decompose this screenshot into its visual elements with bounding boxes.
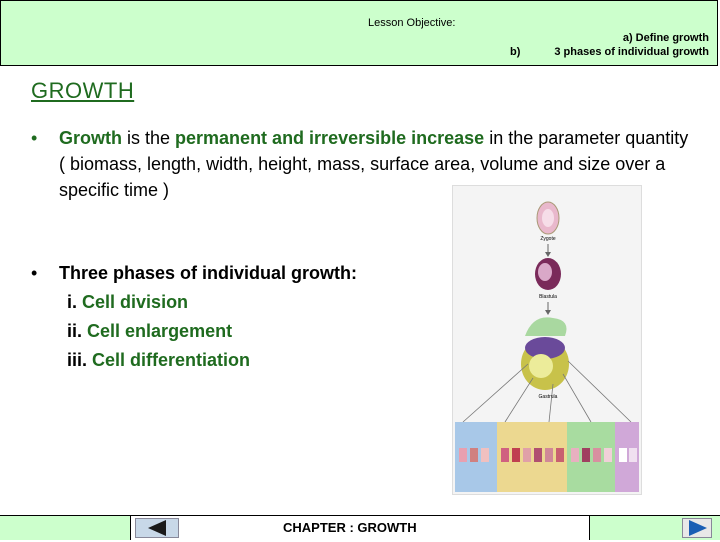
previous-slide-button[interactable] [135,518,179,538]
phase-item-cell-differentiation: iii. Cell differentiation [67,346,357,375]
slide-title: GROWTH [31,78,135,103]
right-arrow-icon [689,520,707,536]
objective-item-b: 3 phases of individual growth [554,46,709,58]
phase-item-cell-enlargement: ii. Cell enlargement [67,317,357,346]
definition-text-1: is the [122,128,176,148]
bullet-phases: • Three phases of individual growth: i. … [31,259,357,375]
bullet-marker: • [31,263,38,283]
tissue-cells [459,448,637,462]
lesson-objective-header: Lesson Objective: a) Define growth b) 3 … [0,0,718,66]
blastula-label: Blastula [539,294,557,300]
phase-number: ii. [67,321,83,341]
phase-label: Cell enlargement [87,321,233,341]
phases-heading: Three phases of individual growth: [59,263,358,283]
phase-label: Cell division [82,292,189,312]
next-slide-button[interactable] [682,518,712,538]
embryo-diagram-svg: Zygote Blastula Gastrula [455,201,639,492]
blastula-inner [538,263,552,281]
left-arrow-icon [148,520,166,536]
bullet-marker: • [31,128,38,148]
objective-item-a: a) Define growth [622,32,709,44]
phase-number: i. [67,292,78,312]
gastrula-core [529,354,553,378]
arrow-head [545,310,551,315]
chapter-label: CHAPTER : GROWTH [283,520,417,535]
zygote-nucleus [542,209,554,227]
lesson-objective-label: Lesson Objective: [368,17,455,29]
definition-emphasis: permanent and irreversible increase [175,128,485,148]
phase-item-cell-division: i. Cell division [67,288,357,317]
arrow-head [545,252,551,257]
objective-label-text: Lesson Objective: [368,17,456,29]
phase-label: Cell differentiation [92,350,251,370]
cell-differentiation-diagram: Zygote Blastula Gastrula [452,185,642,495]
gastrula-upper [525,317,567,336]
zygote-label: Zygote [540,236,556,242]
term-growth: Growth [59,128,122,148]
gastrula-label: Gastrula [539,394,558,400]
objective-item-b-marker: b) [510,46,521,58]
phase-number: iii. [67,350,88,370]
